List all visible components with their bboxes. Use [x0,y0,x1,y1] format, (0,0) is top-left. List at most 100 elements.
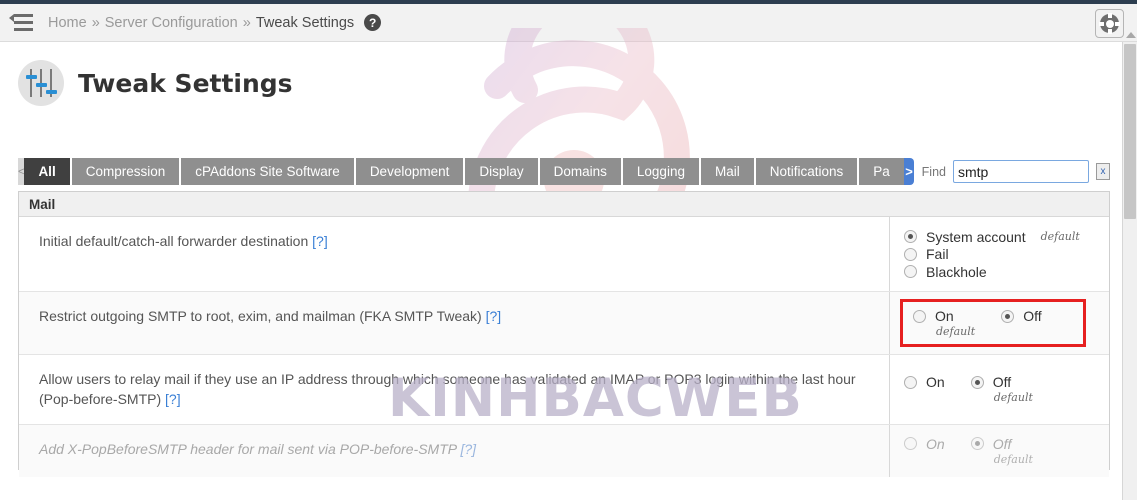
hamburger-collapse-icon[interactable] [0,4,42,42]
breadcrumb: Home » Server Configuration » Tweak Sett… [48,14,382,31]
search-input[interactable] [953,160,1089,183]
radio-option-line[interactable]: On [904,374,945,390]
setting-help-link[interactable]: [?] [460,441,476,457]
breadcrumb-separator-1: » [91,14,100,31]
setting-help-link[interactable]: [?] [486,308,502,324]
breadcrumb-current: Tweak Settings [255,14,355,31]
setting-label: Restrict outgoing SMTP to root, exim, an… [19,292,889,354]
default-tag: default [1040,230,1080,243]
radio-label: On [926,435,945,452]
setting-options: System account default Fail Blackhole [889,217,1109,291]
settings-row: Add X-PopBeforeSMTP header for mail sent… [19,424,1109,477]
setting-label-text: Allow users to relay mail if they use an… [39,371,856,408]
radio-option[interactable]: On default [913,308,975,338]
radio-option[interactable]: System account default [904,229,1109,245]
radio-option-line[interactable]: On [913,308,954,324]
sliders-icon [18,60,64,106]
setting-help-link[interactable]: [?] [312,233,328,249]
radio-option[interactable]: On [904,436,945,452]
setting-options: On default Off [889,292,1109,354]
radio-button[interactable] [1001,309,1015,323]
tab-compression[interactable]: Compression [71,158,182,185]
lifesaver-icon [1099,13,1120,34]
default-tag: default [936,325,976,338]
default-tag: default [993,452,1033,466]
find-area: Find x [922,158,1110,185]
tab-cpaddons-site-software[interactable]: cPAddons Site Software [181,158,356,185]
settings-row: Initial default/catch-all forwarder dest… [19,217,1109,292]
radio-option[interactable]: Off default [970,435,1033,466]
setting-label: Allow users to relay mail if they use an… [19,355,889,424]
radio-label: Off [1023,308,1042,324]
tab-all[interactable]: All [24,158,72,185]
radio-button[interactable] [904,230,917,243]
breadcrumb-separator-2: » [242,14,251,31]
setting-label-text: Initial default/catch-all forwarder dest… [39,233,309,249]
settings-panel: Mail Initial default/catch-all forwarder… [18,191,1110,477]
scrollbar-thumb[interactable] [1124,44,1136,219]
settings-row: Restrict outgoing SMTP to root, exim, an… [19,292,1109,355]
tweak-settings-page: Home » Server Configuration » Tweak Sett… [0,0,1137,500]
highlight-box: On default Off [900,299,1086,347]
help-icon[interactable]: ? [364,14,382,31]
setting-options: On Off default [889,424,1109,477]
default-tag: default [993,391,1033,405]
setting-help-link[interactable]: [?] [165,391,181,407]
radio-group: On default Off [913,308,1077,338]
radio-option-line[interactable]: Off [970,374,1012,391]
radio-label: On [926,374,945,391]
radio-option[interactable]: On [904,374,945,390]
radio-option-line[interactable]: Off [1001,308,1042,324]
breadcrumb-home[interactable]: Home [48,15,87,31]
radio-button[interactable] [904,437,917,451]
radio-label: Off [992,374,1012,391]
radio-button[interactable] [904,247,917,261]
radio-group: System account default Fail Blackhole [904,227,1109,281]
radio-label: Fail [926,246,949,262]
tab-list: All Compression cPAddons Site Software Deve… [24,158,905,185]
radio-option-line[interactable]: On [904,436,945,452]
settings-rows: Initial default/catch-all forwarder dest… [19,217,1109,477]
setting-label-text: Add X-PopBeforeSMTP header for mail sent… [39,440,457,457]
radio-option[interactable]: Blackhole [904,264,1109,280]
radio-label: System account [926,228,1026,245]
settings-row: Allow users to relay mail if they use an… [19,355,1109,425]
tab-bar: < All Compression cPAddons Site Software De… [18,158,1110,185]
breadcrumb-server-configuration[interactable]: Server Configuration [105,15,238,31]
page-header: Home » Server Configuration » Tweak Sett… [0,4,1137,42]
setting-options: On Off default [889,355,1109,424]
tab-display[interactable]: Display [465,158,540,185]
radio-option[interactable]: Fail [904,246,1109,262]
tab-mail[interactable]: Mail [700,158,756,185]
radio-group: On Off default [904,436,1109,466]
group-header-mail: Mail [19,192,1109,217]
radio-button[interactable] [970,375,984,389]
support-button[interactable] [1095,9,1124,38]
radio-option[interactable]: Off default [970,374,1033,405]
radio-button[interactable] [904,375,917,389]
radio-label: On [935,308,954,324]
radio-button[interactable] [913,309,926,323]
tab-logging[interactable]: Logging [622,158,701,185]
setting-label: Add X-PopBeforeSMTP header for mail sent… [19,425,889,477]
tab-development[interactable]: Development [355,158,466,185]
radio-label: Blackhole [926,263,987,280]
radio-button[interactable] [904,265,917,278]
clear-search-icon[interactable]: x [1096,163,1110,180]
find-label: Find [921,164,946,179]
tab-pa[interactable]: Pa [859,158,905,185]
tab-domains[interactable]: Domains [539,158,623,185]
scroll-up-arrow[interactable] [1126,32,1136,38]
radio-button[interactable] [970,437,984,451]
radio-option[interactable]: Off [1001,308,1042,324]
tab-notifications[interactable]: Notifications [755,158,860,185]
radio-option-line[interactable]: Off [970,435,1012,452]
vertical-scrollbar[interactable] [1122,32,1137,500]
radio-group: On Off default [904,374,1109,404]
page-title-row: Tweak Settings [18,60,293,106]
radio-label: Off [992,435,1012,452]
setting-label-text: Restrict outgoing SMTP to root, exim, an… [39,308,482,324]
tabs-next-button[interactable]: > [904,158,914,185]
setting-label: Initial default/catch-all forwarder dest… [19,217,889,291]
page-title: Tweak Settings [78,68,293,98]
